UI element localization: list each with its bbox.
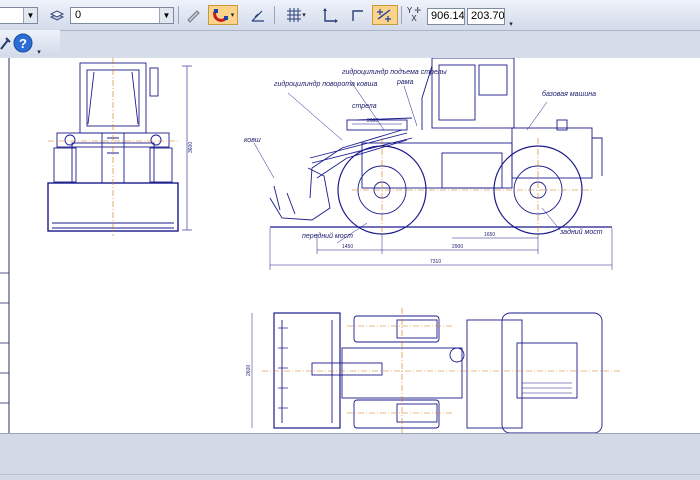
ortho-angle-icon[interactable] (246, 5, 270, 25)
main-toolbar: ▼ 0 ▼ ▾ ▾ Y ✛ X 906.146 203.70 ▾ (0, 0, 700, 31)
toolbar-overflow-icon[interactable]: ▾ (507, 14, 515, 34)
dim-height: 3600 (188, 142, 194, 153)
chevron-down-icon[interactable]: ▾ (231, 11, 235, 19)
label-bucket: ковш (244, 137, 261, 144)
status-bar (0, 433, 700, 480)
dim-overall-length: 7310 (430, 259, 441, 265)
label-boom: стрела (352, 103, 377, 110)
style-combo[interactable]: ▼ (0, 7, 38, 24)
local-cs-icon[interactable] (346, 5, 370, 25)
properties-icon[interactable] (182, 5, 204, 25)
label-front-axle: передний мост (302, 232, 353, 240)
dim-front-overhang: 1450 (342, 244, 353, 250)
layer-combo-value: 0 (75, 9, 82, 21)
chevron-down-icon[interactable]: ▼ (23, 8, 37, 23)
tools-icon[interactable] (0, 33, 12, 53)
label-frame: рама (396, 79, 414, 86)
label-rear-axle: задний мост (559, 228, 603, 236)
chevron-down-icon[interactable]: ▼ (159, 8, 173, 23)
toolbar-separator (178, 6, 179, 24)
coord-x-field[interactable]: 906.146 (427, 8, 465, 25)
coordinates-icon: Y ✛ X (406, 6, 422, 23)
drawing-canvas[interactable]: гидроцилиндр поворота ковша гидроцилиндр… (12, 57, 700, 434)
coord-x-label: X (411, 14, 417, 23)
coord-y-field[interactable]: 203.70 (467, 8, 505, 25)
chevron-down-icon[interactable]: ▾ (302, 11, 306, 19)
dim-wheelbase: 2900 (452, 244, 463, 250)
svg-text:?: ? (19, 36, 27, 51)
snap-magnet-icon[interactable]: ▾ (208, 5, 238, 25)
coord-x-value: 906.146 (431, 10, 465, 22)
dim-rear-overhang: 1650 (484, 232, 495, 238)
dim-width-front: 2600 (246, 365, 252, 376)
layer-combo[interactable]: 0 ▼ (70, 7, 174, 24)
secondary-toolbar: ? ▾ (0, 30, 60, 56)
cursor-snap-icon[interactable] (372, 5, 398, 25)
label-base-machine: базовая машина (542, 90, 596, 98)
status-divider (0, 474, 700, 475)
axes-icon[interactable] (318, 5, 342, 25)
loader-drawing: гидроцилиндр поворота ковша гидроцилиндр… (47, 57, 622, 434)
toolbar-separator (274, 6, 275, 24)
dim-width-top: 2600 (367, 118, 378, 124)
layers-icon[interactable] (46, 5, 68, 25)
help-icon[interactable]: ? (12, 33, 34, 53)
label-rotation-cylinder: гидроцилиндр поворота ковша (274, 80, 377, 88)
top-view (251, 312, 603, 434)
coord-y-value: 203.70 (471, 10, 505, 22)
label-lift-cylinder: гидроцилиндр подъема стрелы (342, 68, 447, 76)
front-view (47, 62, 192, 232)
grid-icon[interactable]: ▾ (280, 5, 312, 25)
